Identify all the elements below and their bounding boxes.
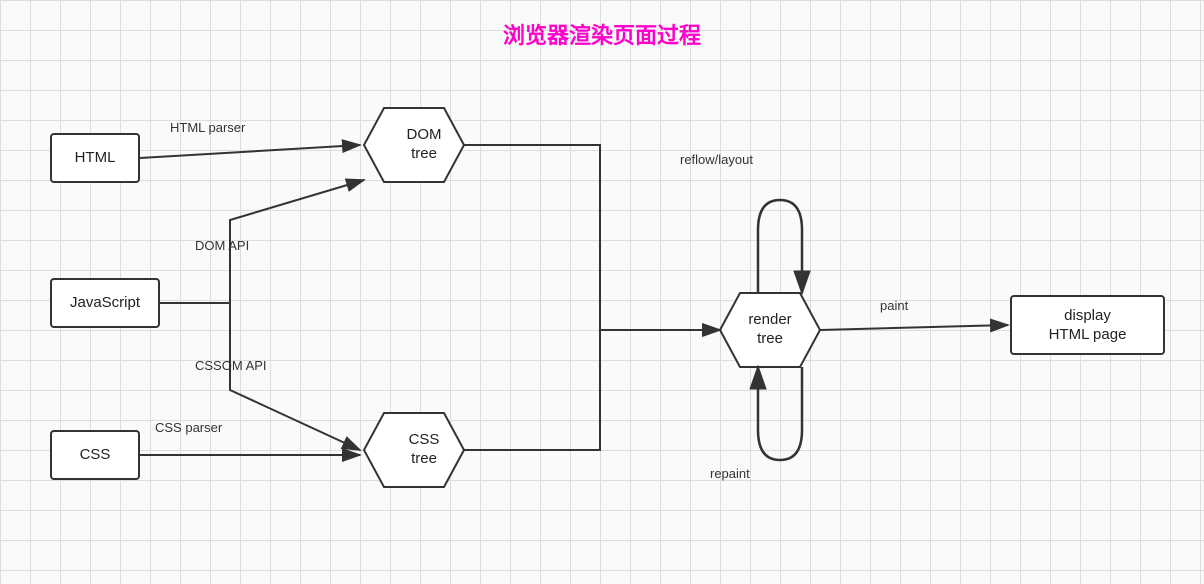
diagram-container: 浏览器渲染页面过程 HTML JavaScript CSS display HT… (0, 0, 1204, 584)
css-node: CSS (50, 430, 140, 480)
svg-text:tree: tree (411, 145, 437, 162)
reflow-layout-label: reflow/layout (680, 152, 753, 167)
dom-api-label: DOM API (195, 238, 249, 253)
svg-text:tree: tree (757, 330, 783, 347)
css-parser-label: CSS parser (155, 420, 222, 435)
javascript-node: JavaScript (50, 278, 160, 328)
display-node: display HTML page (1010, 295, 1165, 355)
svg-text:CSS: CSS (409, 431, 440, 448)
page-title: 浏览器渲染页面过程 (0, 18, 1204, 50)
svg-text:render: render (748, 311, 791, 328)
paint-label: paint (880, 298, 908, 313)
svg-text:DOM: DOM (407, 126, 442, 143)
repaint-label: repaint (710, 466, 750, 481)
arrows-svg: DOM tree CSS tree render tree (0, 0, 1204, 584)
cssom-api-label: CSSOM API (195, 358, 267, 373)
svg-text:tree: tree (411, 450, 437, 467)
html-parser-label: HTML parser (170, 120, 245, 135)
html-node: HTML (50, 133, 140, 183)
